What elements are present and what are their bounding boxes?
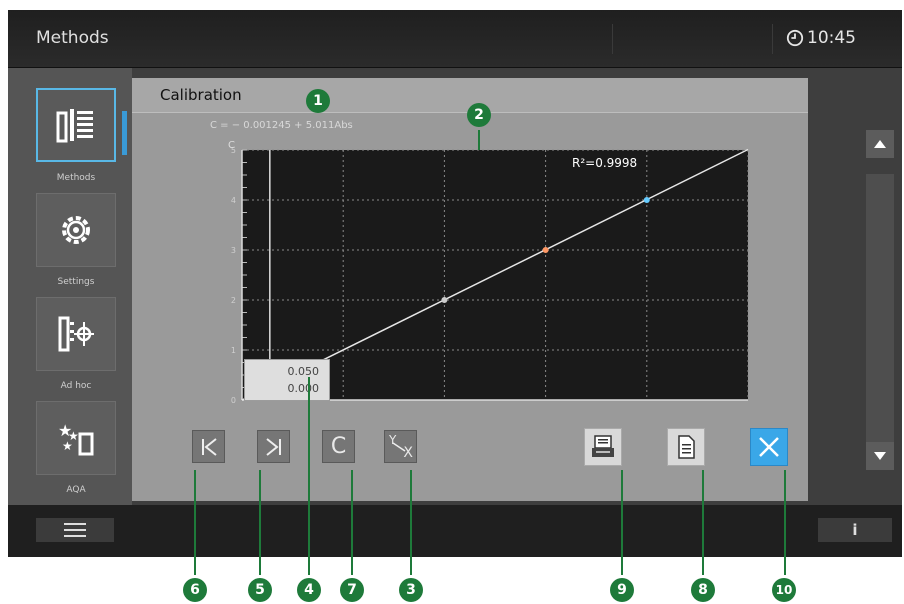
export-button[interactable] xyxy=(667,428,705,466)
callout-7: 7 xyxy=(340,578,364,602)
calibration-point xyxy=(542,247,549,253)
callout-8: 8 xyxy=(691,578,715,602)
menu-button[interactable] xyxy=(36,518,114,542)
sidebar-item-methods[interactable] xyxy=(36,88,116,162)
close-button[interactable] xyxy=(750,428,788,466)
top-divider xyxy=(772,24,773,54)
callout-2: 2 xyxy=(467,103,491,127)
first-point-icon xyxy=(201,437,217,456)
swap-x-label: X xyxy=(403,445,413,461)
callout-line xyxy=(702,470,704,575)
calibration-point xyxy=(643,197,650,203)
sidebar-item-label: Settings xyxy=(57,277,95,287)
callout-line xyxy=(351,470,353,575)
device-screen: Methods 10:45 Methods Settings Ad hoc ★ … xyxy=(8,10,902,557)
svg-text:★: ★ xyxy=(62,439,73,453)
clock-time: 10:45 xyxy=(807,28,856,48)
arrow-down-icon xyxy=(874,452,886,460)
y-tick-label: 2 xyxy=(231,296,236,305)
callout-3: 3 xyxy=(399,578,423,602)
top-divider xyxy=(612,24,613,54)
gear-icon xyxy=(62,216,90,244)
callout-line xyxy=(621,470,623,575)
bottom-bar: i xyxy=(8,505,902,557)
sidebar-item-settings[interactable] xyxy=(36,193,116,267)
sidebar-item-ad-hoc[interactable] xyxy=(36,297,116,371)
r-squared-label: R²=0.9998 xyxy=(572,156,637,170)
sidebar-item-label: AQA xyxy=(66,485,86,495)
y-axis-label: C xyxy=(228,140,235,151)
sidebar: Methods Settings Ad hoc ★ ★ ★ AQA xyxy=(8,68,132,505)
callout-line xyxy=(194,470,196,575)
callout-5: 5 xyxy=(248,578,272,602)
last-point-button[interactable] xyxy=(257,430,290,463)
c-button[interactable]: C xyxy=(322,430,355,463)
callout-6: 6 xyxy=(183,578,207,602)
top-bar: Methods 10:45 xyxy=(8,10,902,68)
sidebar-item-aqa[interactable]: ★ ★ ★ xyxy=(36,401,116,475)
callout-line xyxy=(478,130,480,150)
clock-icon xyxy=(786,29,804,47)
document-icon xyxy=(678,435,695,459)
scroll-down-button[interactable] xyxy=(866,442,894,470)
info-button[interactable]: i xyxy=(818,518,892,542)
callout-line xyxy=(259,470,261,575)
methods-list-icon xyxy=(56,109,93,143)
app-title: Methods xyxy=(36,28,109,48)
close-icon xyxy=(759,437,779,457)
scroll-track[interactable] xyxy=(866,174,894,444)
sidebar-scroll-indicator xyxy=(122,111,127,155)
aqa-stars-icon: ★ ★ ★ xyxy=(58,421,94,456)
calibration-panel: Calibration C = − 0.001245 + 5.011Abs 00… xyxy=(132,78,808,501)
panel-title: Calibration xyxy=(160,86,242,104)
callout-9: 9 xyxy=(610,578,634,602)
print-button[interactable] xyxy=(584,428,622,466)
ad-hoc-icon xyxy=(58,316,94,352)
scroll-up-button[interactable] xyxy=(866,130,894,158)
value-readout: 0.050 0.000 xyxy=(244,359,330,401)
last-point-icon xyxy=(265,437,281,456)
hamburger-menu-icon xyxy=(64,523,86,537)
y-tick-label: 0 xyxy=(231,396,236,404)
swap-axes-button[interactable]: Y X xyxy=(384,430,417,463)
first-point-button[interactable] xyxy=(192,430,225,463)
callout-line xyxy=(784,470,786,575)
callout-line xyxy=(308,377,310,575)
right-scrollbar[interactable] xyxy=(866,130,894,470)
callout-10: 10 xyxy=(772,578,796,602)
callout-line xyxy=(410,470,412,575)
y-tick-label: 4 xyxy=(231,196,236,205)
sidebar-item-label: Ad hoc xyxy=(60,381,92,391)
printer-icon xyxy=(592,435,614,457)
arrow-up-icon xyxy=(874,140,886,148)
calibration-equation: C = − 0.001245 + 5.011Abs xyxy=(210,120,353,131)
clock: 10:45 xyxy=(786,28,856,48)
sidebar-item-label: Methods xyxy=(56,173,96,183)
callout-1: 1 xyxy=(306,89,330,113)
callout-4: 4 xyxy=(297,578,321,602)
y-tick-label: 3 xyxy=(231,246,236,255)
calibration-point xyxy=(441,297,448,303)
y-tick-label: 1 xyxy=(231,346,236,355)
